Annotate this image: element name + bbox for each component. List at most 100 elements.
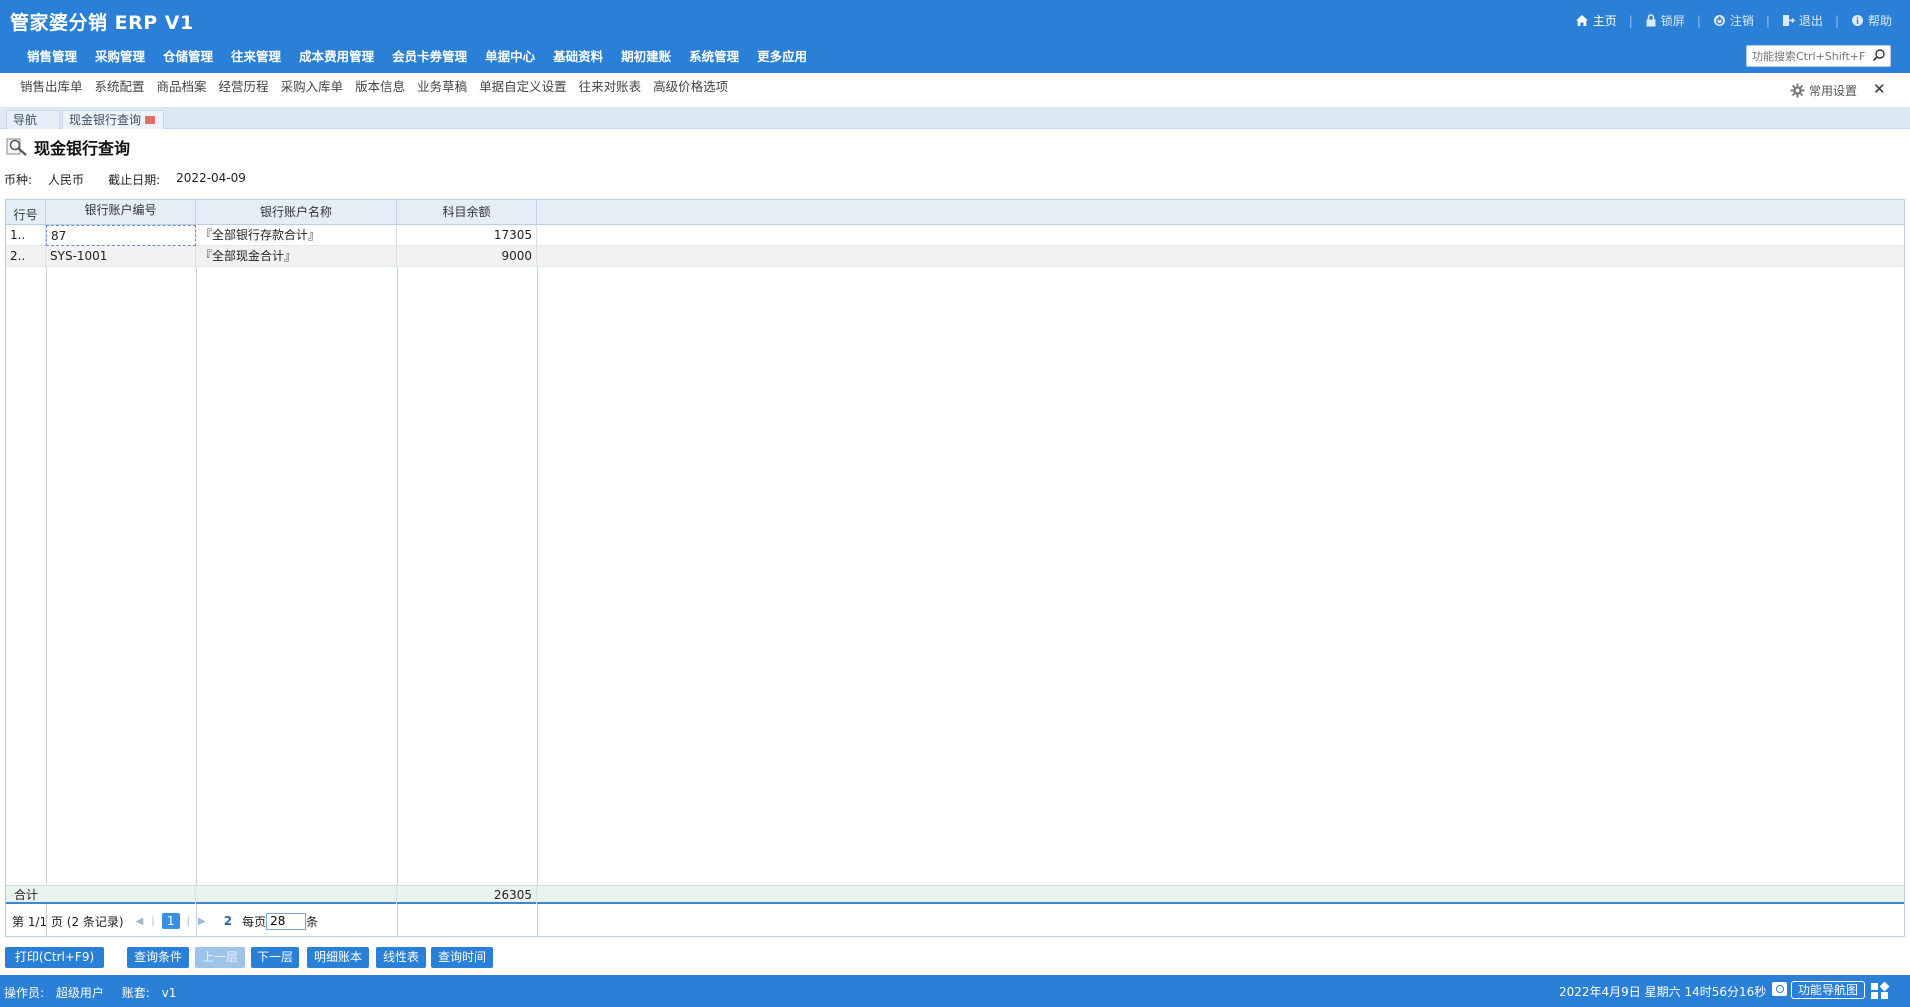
- nav-more[interactable]: 更多应用: [748, 48, 816, 66]
- common-settings-button[interactable]: 常用设置: [1790, 82, 1857, 99]
- settings-label: 常用设置: [1809, 84, 1858, 98]
- down-level-button[interactable]: 下一层: [251, 947, 299, 968]
- camera-icon[interactable]: [1772, 982, 1787, 996]
- header-account-code[interactable]: 银行账户编号: [46, 200, 196, 225]
- nav-basic-data[interactable]: 基础资料: [544, 48, 612, 66]
- table-row[interactable]: 1.. 87 『全部银行存款合计』 17305: [6, 225, 1904, 246]
- logout-label: 注销: [1729, 14, 1754, 28]
- cell-account-code[interactable]: 87: [46, 225, 196, 246]
- tab-navigation[interactable]: 导航: [6, 110, 60, 129]
- quick-drafts[interactable]: 业务草稿: [411, 79, 473, 95]
- operator-value: 超级用户: [55, 986, 104, 1000]
- info-icon: [1851, 15, 1863, 26]
- magnifier-icon: [6, 138, 27, 156]
- cell-account-name: 『全部现金合计』: [196, 246, 397, 267]
- exit-icon: [1782, 15, 1795, 26]
- exit-label: 退出: [1798, 14, 1823, 28]
- col-divider: [196, 200, 197, 936]
- quick-product-file[interactable]: 商品档案: [151, 79, 213, 95]
- function-nav-button[interactable]: 功能导航图: [1791, 981, 1865, 999]
- nav-member[interactable]: 会员卡券管理: [383, 48, 476, 66]
- status-bar: 操作员: 超级用户 账套: v1 2022年4月9日 星期六 14时56分16秒…: [0, 975, 1910, 1007]
- quick-bar: 销售出库单 系统配置 商品档案 经营历程 采购入库单 版本信息 业务草稿 单据自…: [0, 73, 1910, 107]
- quick-doc-custom[interactable]: 单据自定义设置: [473, 79, 573, 95]
- nav-system[interactable]: 系统管理: [680, 48, 748, 66]
- app-title: 管家婆分销 ERP V1: [10, 12, 194, 34]
- quick-business-history[interactable]: 经营历程: [213, 79, 275, 95]
- app-header: 管家婆分销 ERP V1 主页 | 锁屏 | 注销 | 退出 | 帮助 销售管理…: [0, 0, 1910, 73]
- line-chart-button[interactable]: 线性表: [376, 947, 426, 968]
- cell-row-no: 2..: [6, 246, 46, 267]
- page-header: 现金银行查询: [6, 135, 130, 159]
- lock-link[interactable]: 锁屏: [1645, 12, 1685, 29]
- total-row: 合计 26305: [6, 885, 1904, 904]
- account-label: 账套:: [121, 986, 150, 1000]
- per-page-input[interactable]: [266, 912, 307, 930]
- page-info: 第 1/1 页 (2 条记录): [12, 914, 124, 929]
- apps-grid-icon[interactable]: [1870, 982, 1890, 1000]
- page-title: 现金银行查询: [34, 139, 131, 158]
- home-link[interactable]: 主页: [1575, 12, 1617, 29]
- tab-label: 现金银行查询: [69, 113, 142, 127]
- date-label: 截止日期:: [108, 173, 161, 187]
- query-filters: 币种: 人民币 截止日期: 2022-04-09: [4, 171, 252, 188]
- page-number[interactable]: 2: [224, 914, 232, 928]
- col-divider: [537, 200, 538, 936]
- power-icon: [1713, 15, 1725, 26]
- quick-version-info[interactable]: 版本信息: [349, 79, 411, 95]
- currency-label: 币种:: [4, 173, 33, 187]
- account-value: v1: [161, 986, 177, 1000]
- nav-cost[interactable]: 成本费用管理: [290, 48, 383, 66]
- header-balance[interactable]: 科目余额: [397, 200, 537, 225]
- lock-icon: [1646, 14, 1656, 27]
- quick-reconciliation[interactable]: 往来对账表: [573, 79, 648, 95]
- header-account-name[interactable]: 银行账户名称: [196, 200, 397, 225]
- per-page-unit: 条: [306, 914, 319, 929]
- home-label: 主页: [1592, 14, 1617, 28]
- main-nav: 销售管理 采购管理 仓储管理 往来管理 成本费用管理 会员卡券管理 单据中心 基…: [18, 48, 816, 66]
- quick-links: 销售出库单 系统配置 商品档案 经营历程 采购入库单 版本信息 业务草稿 单据自…: [14, 79, 734, 95]
- col-divider: [46, 200, 47, 936]
- cell-balance: 9000: [397, 246, 537, 267]
- clock: 2022年4月9日 星期六 14时56分16秒: [1559, 985, 1767, 999]
- total-empty: [196, 886, 397, 904]
- help-link[interactable]: 帮助: [1851, 12, 1892, 29]
- tab-cash-bank-query[interactable]: 现金银行查询: [62, 110, 164, 129]
- cell-account-name: 『全部银行存款合计』: [196, 225, 397, 246]
- logout-link[interactable]: 注销: [1713, 12, 1754, 29]
- search-input[interactable]: [1747, 46, 1867, 66]
- tab-close-icon[interactable]: [145, 115, 156, 124]
- quick-purchase-inbound[interactable]: 采购入库单: [275, 79, 350, 95]
- header-row-no[interactable]: 行号: [6, 200, 46, 225]
- print-button[interactable]: 打印(Ctrl+F9): [5, 947, 104, 968]
- exit-link[interactable]: 退出: [1782, 12, 1823, 29]
- table-row[interactable]: 2.. SYS-1001 『全部现金合计』 9000: [6, 246, 1904, 267]
- close-icon[interactable]: ✕: [1873, 80, 1886, 98]
- cell-balance: 17305: [397, 225, 537, 246]
- cell-account-code: SYS-1001: [46, 246, 196, 267]
- detail-ledger-button[interactable]: 明细账本: [307, 947, 369, 968]
- quick-sales-outbound[interactable]: 销售出库单: [14, 79, 89, 95]
- grid-header: 行号 银行账户编号 银行账户名称 科目余额: [6, 200, 1904, 225]
- per-page-label: 每页: [242, 914, 267, 929]
- nav-documents[interactable]: 单据中心: [476, 48, 544, 66]
- search-icon[interactable]: [1872, 48, 1886, 62]
- nav-purchase[interactable]: 采购管理: [86, 48, 154, 66]
- pagination: 第 1/1 页 (2 条记录) ◀ | 1 | ▶ 2 每页 条: [6, 906, 1904, 936]
- col-divider: [397, 200, 398, 936]
- function-search: [1746, 45, 1891, 67]
- nav-accounts[interactable]: 往来管理: [222, 48, 290, 66]
- quick-system-config[interactable]: 系统配置: [89, 79, 151, 95]
- nav-sales[interactable]: 销售管理: [18, 48, 86, 66]
- current-page[interactable]: 1: [161, 913, 180, 929]
- total-value: 26305: [397, 886, 537, 904]
- up-level-button[interactable]: 上一层: [195, 947, 245, 968]
- prev-page-icon[interactable]: ◀: [136, 916, 144, 927]
- query-time-button[interactable]: 查询时间: [431, 947, 493, 968]
- quick-price-options[interactable]: 高级价格选项: [647, 79, 734, 95]
- query-conditions-button[interactable]: 查询条件: [127, 947, 189, 968]
- nav-warehouse[interactable]: 仓储管理: [154, 48, 222, 66]
- gear-icon: [1790, 83, 1805, 98]
- next-page-icon[interactable]: ▶: [198, 916, 206, 927]
- nav-opening[interactable]: 期初建账: [612, 48, 680, 66]
